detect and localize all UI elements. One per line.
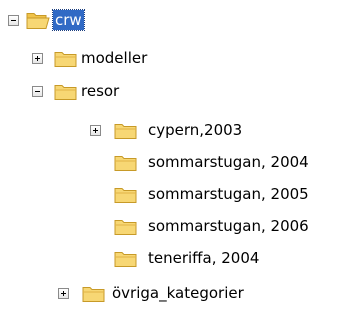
tree-node-sommarstugan-2005[interactable]: sommarstugan, 2005 [0, 178, 362, 210]
folder-icon [54, 81, 78, 101]
folder-icon [114, 216, 138, 236]
folder-icon [114, 120, 138, 140]
tree-label-modeller[interactable]: modeller [79, 48, 149, 68]
expand-toggle-ovriga-kategorier[interactable] [58, 288, 69, 299]
expand-toggle-modeller[interactable] [32, 53, 43, 64]
tree-node-crw[interactable]: crw [0, 4, 140, 36]
tree-label-crw[interactable]: crw [52, 9, 85, 31]
collapse-toggle-crw[interactable] [8, 15, 19, 26]
folder-icon [82, 283, 106, 303]
expand-toggle-cypern-2003[interactable] [90, 125, 101, 136]
tree-label-ovriga-kategorier[interactable]: övriga_kategorier [110, 283, 246, 303]
tree-node-ovriga-kategorier[interactable]: övriga_kategorier [0, 277, 300, 309]
tree-node-cypern-2003[interactable]: cypern,2003 [0, 114, 300, 146]
folder-icon [114, 152, 138, 172]
tree-label-sommarstugan-2006[interactable]: sommarstugan, 2006 [146, 216, 311, 236]
folder-icon [114, 248, 138, 268]
collapse-toggle-resor[interactable] [32, 86, 43, 97]
tree-node-sommarstugan-2006[interactable]: sommarstugan, 2006 [0, 210, 362, 242]
tree-node-teneriffa-2004[interactable]: teneriffa, 2004 [0, 242, 300, 274]
tree-label-cypern-2003[interactable]: cypern,2003 [146, 120, 244, 140]
folder-icon [114, 184, 138, 204]
tree-label-resor[interactable]: resor [79, 81, 121, 101]
tree-node-modeller[interactable]: modeller [0, 42, 160, 74]
folder-tree: crw modeller resor cypern,2003 sommarstu… [0, 0, 362, 311]
tree-label-sommarstugan-2005[interactable]: sommarstugan, 2005 [146, 184, 311, 204]
folder-open-icon [26, 10, 50, 30]
folder-icon [54, 48, 78, 68]
tree-node-sommarstugan-2004[interactable]: sommarstugan, 2004 [0, 146, 362, 178]
tree-node-resor[interactable]: resor [0, 75, 160, 107]
tree-label-sommarstugan-2004[interactable]: sommarstugan, 2004 [146, 152, 311, 172]
tree-label-teneriffa-2004[interactable]: teneriffa, 2004 [146, 248, 261, 268]
